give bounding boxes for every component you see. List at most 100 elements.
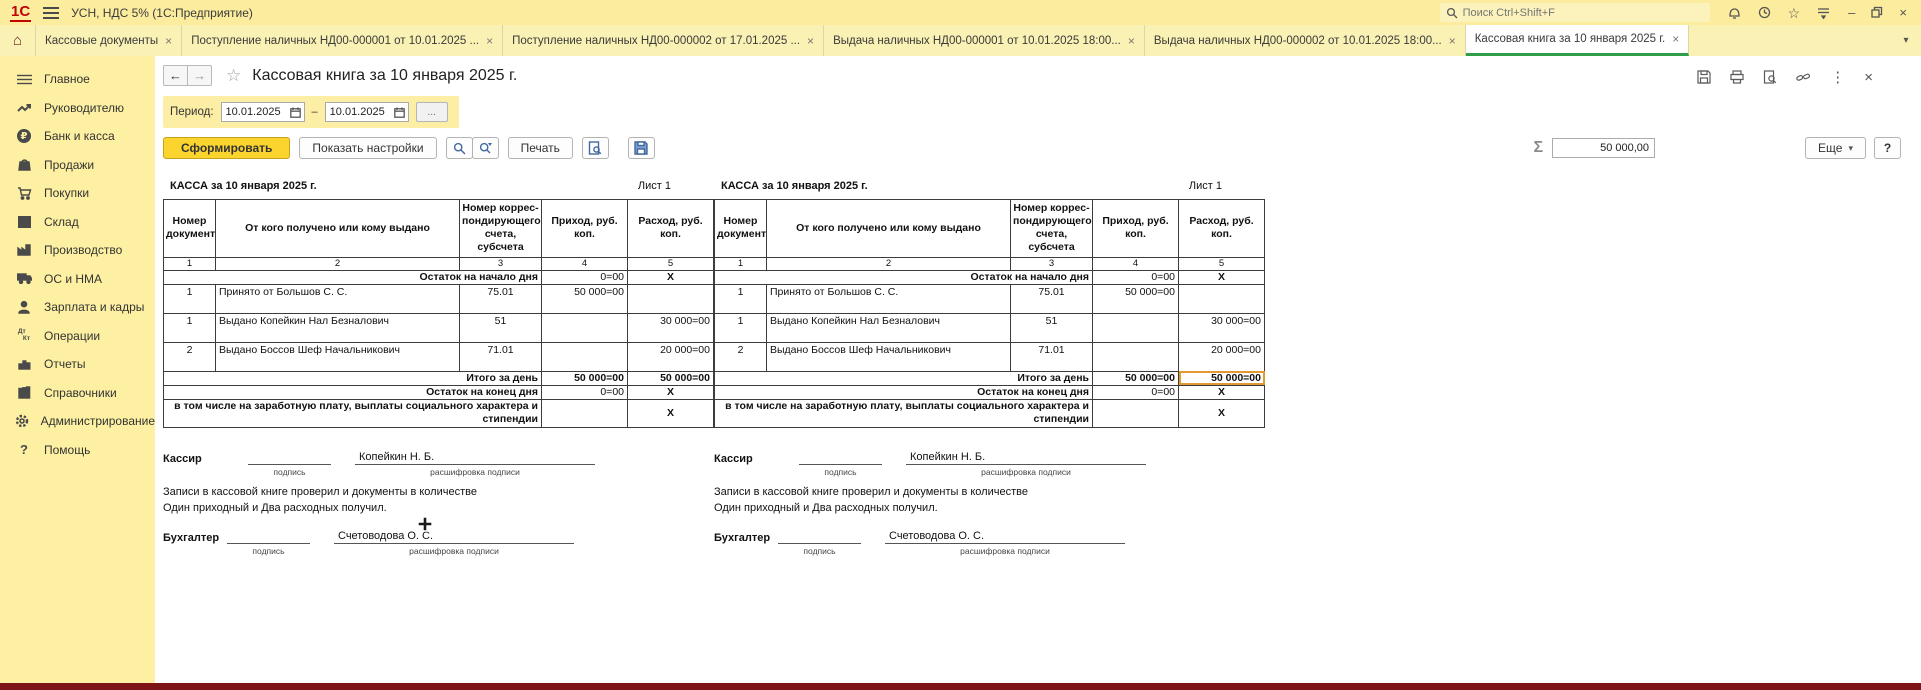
tab-overflow-button[interactable]: ▾ — [1891, 25, 1921, 56]
sidebar-item-administrirovanie[interactable]: Администрирование — [0, 407, 155, 436]
tab-label: Поступление наличных НД00-000002 от 17.0… — [512, 35, 800, 47]
sign-caption: подпись — [248, 467, 331, 477]
selected-cell[interactable]: 50 000=00 — [1179, 371, 1265, 385]
sidebar-item-sklad[interactable]: Склад — [0, 208, 155, 237]
calendar-icon[interactable] — [290, 107, 301, 118]
more-menu-label: Еще — [1818, 141, 1842, 155]
sidebar-item-zarplata-i-kadry[interactable]: Зарплата и кадры — [0, 293, 155, 322]
tab-vydacha-nalichnyh-2[interactable]: Выдача наличных НД00-000002 от 10.01.202… — [1145, 25, 1466, 56]
cashier-signature-line — [799, 451, 882, 465]
opening-balance-row: Остаток на начало дня 0=00 X — [715, 270, 1265, 284]
sum-total-field[interactable] — [1552, 138, 1655, 158]
minimize-icon[interactable]: – — [1848, 6, 1855, 19]
more-actions-icon[interactable]: ⋮ — [1830, 68, 1845, 86]
forward-button[interactable]: → — [187, 65, 212, 86]
tab-kassovye-dokumenty[interactable]: Кассовые документы × — [36, 25, 182, 56]
main-menu-icon[interactable] — [43, 7, 59, 19]
close-form-icon[interactable]: × — [1864, 69, 1873, 86]
tab-label: Кассовая книга за 10 января 2025 г. — [1475, 33, 1666, 45]
period-to-input[interactable] — [326, 106, 394, 118]
sidebar-item-proizvodstvo[interactable]: Производство — [0, 236, 155, 265]
ruble-circle-icon: ₽ — [15, 129, 33, 143]
cash-book-table[interactable]: Номер документа От кого получено или ком… — [714, 199, 1265, 428]
link-icon[interactable] — [1796, 71, 1811, 84]
tab-close-icon[interactable]: × — [1672, 32, 1679, 46]
save-icon[interactable] — [1697, 70, 1711, 84]
find-button[interactable] — [446, 137, 473, 159]
service-menu-icon[interactable] — [1817, 6, 1830, 19]
check-line-1: Записи в кассовой книге проверил и докум… — [163, 485, 713, 499]
tab-close-icon[interactable]: × — [1449, 34, 1456, 48]
history-clock-icon[interactable] — [1758, 6, 1771, 19]
period-label: Период: — [170, 106, 214, 118]
tab-close-icon[interactable]: × — [486, 34, 493, 48]
cash-book-table[interactable]: Номер документа От кого получено или ком… — [163, 199, 714, 428]
report-page: ← → ☆ Кассовая книга за 10 января 2025 г… — [155, 56, 1921, 683]
tab-postuplenie-nalichnyh-1[interactable]: Поступление наличных НД00-000001 от 10.0… — [182, 25, 503, 56]
sidebar-item-spravochniki[interactable]: Справочники — [0, 379, 155, 408]
sidebar-item-prodazhi[interactable]: Продажи — [0, 151, 155, 180]
preview-icon[interactable] — [1763, 70, 1777, 84]
daily-total-row: Итого за день 50 000=00 50 000=00 — [164, 371, 714, 385]
floppy-icon — [634, 141, 648, 155]
sidebar-item-otchety[interactable]: Отчеты — [0, 350, 155, 379]
signatures-right: Кассир Копейкин Н. Б. подпись расшифровк… — [714, 444, 1264, 556]
preview-button[interactable] — [582, 137, 609, 159]
favorites-star-icon[interactable]: ☆ — [1788, 6, 1801, 20]
notifications-bell-icon[interactable] — [1728, 6, 1741, 20]
toolbar-right: Σ Еще ▾ ? — [1533, 137, 1901, 159]
calendar-icon[interactable] — [394, 107, 405, 118]
tab-close-icon[interactable]: × — [807, 34, 814, 48]
global-search[interactable] — [1440, 3, 1710, 22]
favorite-star-icon[interactable]: ☆ — [226, 66, 241, 86]
help-button[interactable]: ? — [1874, 137, 1901, 159]
sidebar-item-pokupki[interactable]: Покупки — [0, 179, 155, 208]
back-button[interactable]: ← — [163, 65, 188, 86]
sidebar-item-os-i-nma[interactable]: ОС и НМА — [0, 265, 155, 294]
generate-button[interactable]: Сформировать — [163, 137, 290, 159]
show-settings-button[interactable]: Показать настройки — [299, 137, 436, 159]
window-controls: – × — [1848, 6, 1907, 20]
print-button[interactable]: Печать — [508, 137, 573, 159]
period-from-input[interactable] — [222, 106, 290, 118]
sheet-title: КАССА за 10 января 2025 г. — [721, 180, 868, 192]
tab-home[interactable]: ⌂ — [0, 25, 36, 56]
restore-icon[interactable] — [1871, 6, 1883, 20]
sidebar-item-label: Склад — [44, 215, 79, 229]
sidebar-item-bank-i-kassa[interactable]: ₽ Банк и касса — [0, 122, 155, 151]
chevron-down-icon: ▾ — [1848, 143, 1853, 154]
titlebar-icons: ☆ — [1728, 6, 1831, 20]
tab-close-icon[interactable]: × — [165, 34, 172, 48]
cash-book-sheet-left: КАССА за 10 января 2025 г. Лист 1 Номер … — [163, 171, 713, 428]
period-from-field[interactable] — [221, 102, 305, 122]
shopping-cart-icon — [15, 187, 33, 200]
search-input[interactable] — [1463, 7, 1704, 19]
print-icon[interactable] — [1730, 70, 1744, 84]
sidebar-item-pomosch[interactable]: ? Помощь — [0, 436, 155, 465]
signatures-left: Кассир Копейкин Н. Б. подпись расшифровк… — [163, 444, 713, 556]
sidebar-item-label: Производство — [44, 243, 122, 257]
tab-close-icon[interactable]: × — [1128, 34, 1135, 48]
table-row: 2 Выдано Боссов Шеф Начальникович 71.01 … — [715, 342, 1265, 371]
close-icon[interactable]: × — [1899, 6, 1907, 19]
decode-caption: расшифровка подписи — [334, 546, 574, 556]
cashier-label: Кассир — [714, 453, 772, 465]
tab-vydacha-nalichnyh-1[interactable]: Выдача наличных НД00-000001 от 10.01.202… — [824, 25, 1145, 56]
period-to-field[interactable] — [325, 102, 409, 122]
sidebar-item-glavnoe[interactable]: Главное — [0, 65, 155, 94]
search-refresh-button[interactable] — [472, 137, 499, 159]
col-counterparty: От кого получено или кому выдано — [767, 200, 1011, 258]
save-report-button[interactable] — [628, 137, 655, 159]
sidebar-item-rukovoditelyu[interactable]: Руководителю — [0, 94, 155, 123]
sidebar-item-label: Отчеты — [44, 357, 85, 371]
sidebar-item-label: Зарплата и кадры — [44, 300, 144, 314]
sheet-number: Лист 1 — [1189, 180, 1222, 192]
sheet-title: КАССА за 10 января 2025 г. — [170, 180, 317, 192]
form-command-icons: ⋮ × — [1697, 68, 1873, 86]
sidebar-item-operacii[interactable]: ДтКт Операции — [0, 322, 155, 351]
gear-icon — [15, 414, 30, 428]
more-menu-button[interactable]: Еще ▾ — [1805, 137, 1866, 159]
tab-postuplenie-nalichnyh-2[interactable]: Поступление наличных НД00-000002 от 17.0… — [503, 25, 824, 56]
period-options-button[interactable]: ... — [416, 102, 448, 122]
tab-kassovaya-kniga[interactable]: Кассовая книга за 10 января 2025 г. × — [1466, 25, 1690, 56]
